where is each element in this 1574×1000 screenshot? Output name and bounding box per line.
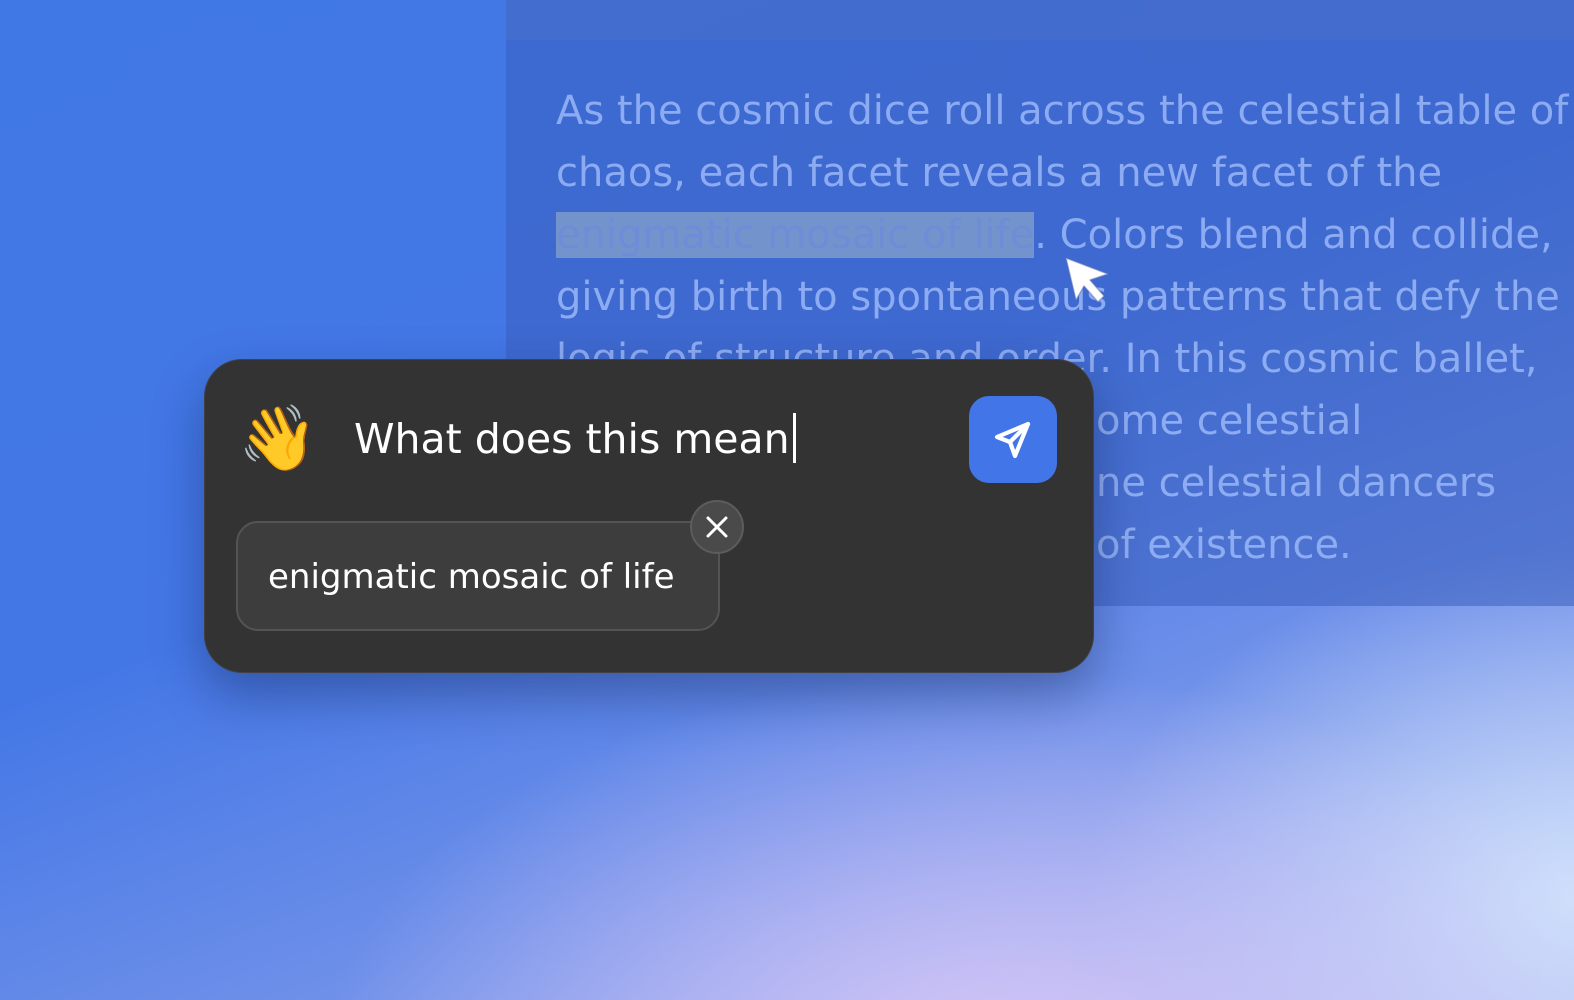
close-icon	[706, 516, 728, 538]
text-caret	[792, 413, 796, 463]
highlighted-text[interactable]: enigmatic mosaic of life	[556, 212, 1035, 258]
document-line: As the cosmic dice roll across the celes…	[556, 88, 1569, 134]
document-line-rest: . Colors blend and collide,	[1034, 212, 1553, 258]
document-header-strip	[506, 0, 1574, 40]
context-chip-label: enigmatic mosaic of life	[268, 557, 675, 597]
prompt-text: What does this mean	[354, 415, 790, 463]
document-line: chaos, each facet reveals a new facet of…	[556, 150, 1443, 196]
prompt-input[interactable]: What does this mean	[354, 411, 796, 467]
waving-hand-icon: 👋	[238, 402, 318, 476]
send-button[interactable]	[969, 396, 1057, 483]
mouse-pointer-icon	[1065, 257, 1109, 303]
chip-remove-button[interactable]	[690, 500, 744, 554]
send-icon	[994, 421, 1031, 458]
ask-popup: 👋 What does this mean enigmatic mosaic o…	[204, 359, 1094, 673]
context-chip[interactable]: enigmatic mosaic of life	[236, 521, 720, 631]
